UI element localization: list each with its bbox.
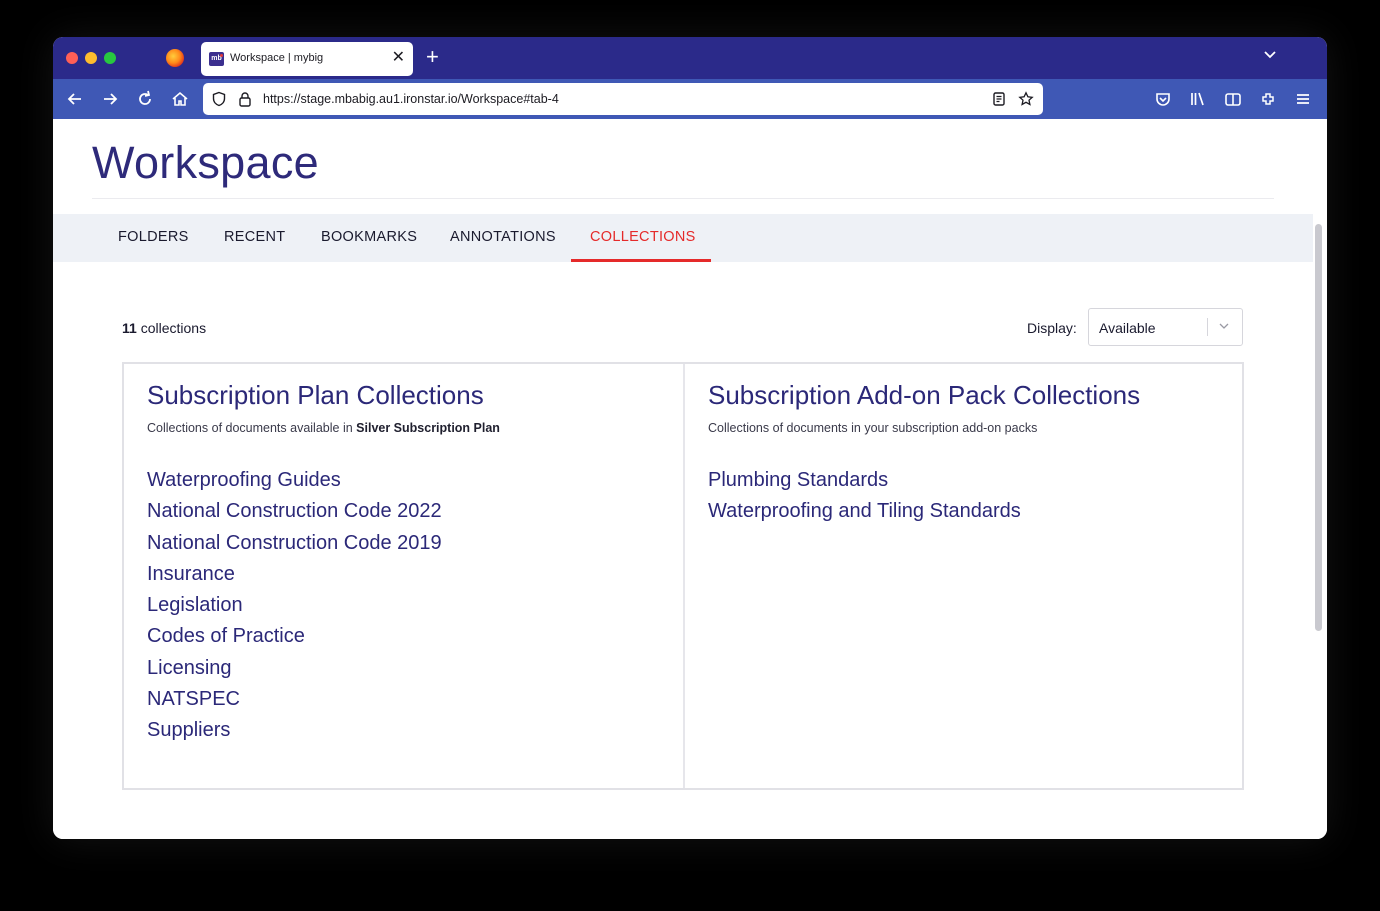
collection-link[interactable]: Licensing (147, 656, 442, 687)
plan-collections-heading: Subscription Plan Collections (147, 380, 484, 410)
chevron-down-icon[interactable] (1263, 47, 1277, 61)
reload-icon[interactable] (135, 89, 155, 109)
collection-link[interactable]: Waterproofing Guides (147, 468, 442, 499)
home-icon[interactable] (170, 89, 190, 109)
bookmark-star-icon[interactable] (1018, 91, 1034, 107)
page-scrollbar[interactable] (1315, 224, 1322, 631)
sidebar-icon[interactable] (1223, 89, 1243, 109)
lock-icon[interactable] (237, 91, 253, 107)
url-bar[interactable]: https://stage.mbabig.au1.ironstar.io/Wor… (203, 83, 1043, 115)
tab-title: Workspace | mybig (230, 52, 324, 64)
collection-link[interactable]: Insurance (147, 562, 442, 593)
collections-panel: Subscription Plan Collections Collection… (122, 362, 1244, 790)
collection-link[interactable]: National Construction Code 2019 (147, 531, 442, 562)
addon-collections-column: Subscription Add-on Pack Collections Col… (685, 364, 1244, 788)
tab-folders[interactable]: FOLDERS (118, 229, 189, 245)
collection-count-label: collections (140, 320, 207, 336)
addon-collections-list: Plumbing Standards Waterproofing and Til… (708, 468, 1021, 531)
collection-link[interactable]: Plumbing Standards (708, 468, 1021, 499)
plan-subtitle-text: Collections of documents available in (147, 421, 353, 435)
collection-link[interactable]: Codes of Practice (147, 624, 442, 655)
page-title: Workspace (92, 137, 319, 188)
display-select-value: Available (1099, 320, 1156, 336)
collection-link[interactable]: National Construction Code 2022 (147, 499, 442, 530)
forward-icon[interactable] (100, 89, 120, 109)
close-window-button[interactable] (66, 52, 78, 64)
collection-link[interactable]: NATSPEC (147, 687, 442, 718)
addon-collections-subtitle: Collections of documents in your subscri… (708, 421, 1038, 435)
active-tab-indicator (571, 259, 711, 262)
plan-collections-list: Waterproofing Guides National Constructi… (147, 468, 442, 750)
menu-icon[interactable] (1293, 89, 1313, 109)
new-tab-icon[interactable]: + (426, 45, 439, 69)
plan-collections-subtitle: Collections of documents available in Si… (147, 421, 500, 435)
display-select[interactable]: Available (1088, 308, 1243, 346)
browser-tab-bar: mb Workspace | mybig ✕ + (53, 37, 1327, 79)
url-text[interactable]: https://stage.mbabig.au1.ironstar.io/Wor… (263, 92, 559, 106)
close-tab-icon[interactable]: ✕ (392, 49, 405, 67)
collection-count-number: 11 (122, 320, 137, 336)
pocket-icon[interactable] (1153, 89, 1173, 109)
collection-link[interactable]: Legislation (147, 593, 442, 624)
display-label: Display: (1027, 320, 1077, 336)
minimize-window-button[interactable] (85, 52, 97, 64)
back-icon[interactable] (65, 89, 85, 109)
tab-recent[interactable]: RECENT (224, 229, 285, 245)
zoom-window-button[interactable] (104, 52, 116, 64)
select-separator (1207, 318, 1208, 336)
collection-count: 11 collections (122, 320, 206, 336)
addon-collections-heading: Subscription Add-on Pack Collections (708, 380, 1141, 410)
shield-icon[interactable] (211, 91, 227, 107)
mybig-favicon-icon: mb (209, 52, 224, 66)
workspace-tabs: FOLDERS RECENT BOOKMARKS ANNOTATIONS COL… (53, 214, 1313, 262)
plan-name: Silver Subscription Plan (356, 421, 500, 435)
tab-annotations[interactable]: ANNOTATIONS (450, 229, 556, 245)
page-content: Workspace FOLDERS RECENT BOOKMARKS ANNOT… (53, 119, 1327, 839)
browser-nav-bar: https://stage.mbabig.au1.ironstar.io/Wor… (53, 79, 1327, 119)
reader-view-icon[interactable] (991, 91, 1007, 107)
tab-collections[interactable]: COLLECTIONS (590, 229, 696, 245)
tab-bookmarks[interactable]: BOOKMARKS (321, 229, 417, 245)
browser-tab-workspace[interactable]: mb Workspace | mybig ✕ (201, 42, 413, 76)
plan-collections-column: Subscription Plan Collections Collection… (124, 364, 683, 788)
firefox-icon (166, 49, 184, 67)
collection-link[interactable]: Waterproofing and Tiling Standards (708, 499, 1021, 530)
title-divider (92, 198, 1274, 199)
browser-window: mb Workspace | mybig ✕ + https://stage.m… (53, 37, 1327, 839)
library-icon[interactable] (1188, 89, 1208, 109)
extensions-icon[interactable] (1258, 89, 1278, 109)
collection-link[interactable]: Suppliers (147, 718, 442, 749)
chevron-down-icon[interactable] (1217, 319, 1231, 333)
